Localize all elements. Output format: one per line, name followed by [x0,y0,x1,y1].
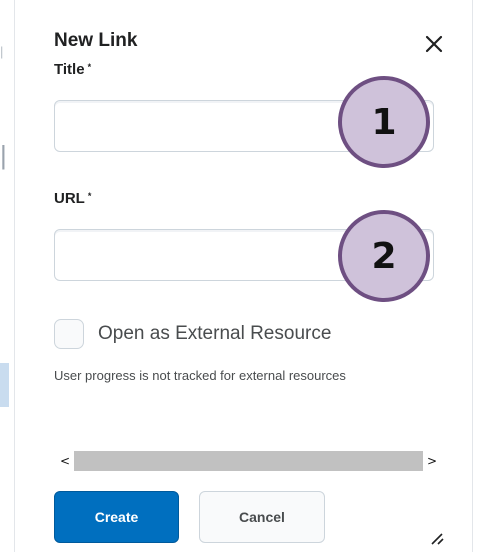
title-label-text: Title [54,61,85,78]
resize-grip-icon [431,533,444,545]
scroll-right-arrow[interactable]: > [423,451,441,471]
scroll-track[interactable] [74,451,423,471]
title-required-mark: * [87,62,92,72]
cancel-button[interactable]: Cancel [199,491,325,543]
step-marker-1: 1 [338,76,430,168]
background-fragment: | [0,140,7,170]
background-highlight [0,363,9,407]
url-required-mark: * [87,191,92,201]
url-label: URL * [54,190,91,207]
close-icon [425,35,443,53]
external-resource-checkbox[interactable] [54,319,84,349]
scroll-left-arrow[interactable]: < [56,451,74,471]
external-resource-option[interactable]: Open as External Resource [54,319,331,349]
external-resource-label: Open as External Resource [98,323,332,344]
horizontal-scrollbar[interactable]: < > [56,451,441,471]
new-link-dialog: New Link Title * 1 URL * 2 Open as Externa… [15,8,472,552]
dialog-title: New Link [54,30,138,51]
resize-handle[interactable] [428,529,444,545]
page: | | New Link Title * 1 URL * 2 Open as Ext… [0,0,479,552]
help-text: User progress is not tracked for externa… [54,368,346,383]
close-button[interactable] [422,32,446,56]
step-marker-2: 2 [338,210,430,302]
background-page-edge: | | [0,0,15,552]
title-label: Title * [54,61,91,78]
scroll-thumb[interactable] [74,451,423,471]
background-page-right-edge [472,0,479,552]
url-label-text: URL [54,190,85,207]
background-fragment: | [0,44,4,59]
create-button[interactable]: Create [54,491,179,543]
